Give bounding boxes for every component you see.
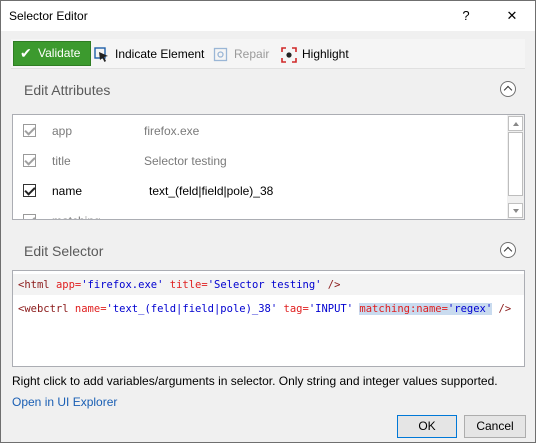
open-ui-explorer-link[interactable]: Open in UI Explorer [12, 395, 117, 409]
indicate-element-button[interactable]: Indicate Element [94, 45, 204, 63]
close-button[interactable]: ✕ [497, 1, 527, 31]
selector-line-1[interactable]: <html app='firefox.exe' title='Selector … [18, 279, 340, 291]
selector-attr-name-selected: matching:name= [359, 303, 448, 315]
scroll-up-icon[interactable] [508, 116, 523, 131]
attribute-value: Selector testing [144, 154, 227, 168]
selector-attr-name: title= [163, 279, 208, 291]
selector-editor[interactable]: <html app='firefox.exe' title='Selector … [12, 270, 525, 367]
indicate-element-label: Indicate Element [115, 47, 205, 61]
attribute-checkbox[interactable] [23, 124, 36, 137]
attribute-row-title: title Selector testing [13, 151, 508, 171]
attribute-row-app: app firefox.exe [13, 121, 508, 141]
selector-attr-name: tag= [277, 303, 309, 315]
attribute-name: title [52, 154, 71, 168]
attribute-name: matching [52, 214, 101, 219]
selector-note: Right click to add variables/arguments i… [12, 374, 498, 388]
cancel-button[interactable]: Cancel [464, 415, 526, 438]
selector-tag: <webctrl [18, 303, 75, 315]
help-button[interactable]: ? [451, 1, 481, 31]
attribute-checkbox[interactable] [23, 184, 36, 197]
attribute-name: app [52, 124, 73, 138]
title-bar: Selector Editor ? ✕ [1, 1, 535, 31]
selector-tag: <html [18, 279, 56, 291]
validate-label: Validate [38, 46, 81, 60]
repair-label: Repair [234, 47, 270, 61]
edit-selector-title: Edit Selector [24, 243, 104, 259]
scroll-thumb[interactable] [508, 132, 523, 196]
selector-attr-name: name= [74, 303, 107, 315]
attribute-row-name: name text_(feld|field|pole)_38 [13, 181, 508, 201]
attribute-value: firefox.exe [144, 124, 200, 138]
collapse-selector-icon[interactable] [500, 242, 516, 258]
repair-icon [213, 47, 228, 61]
validate-button[interactable]: ✔ Validate [13, 41, 91, 66]
selector-attr-value: 'INPUT' [308, 303, 354, 315]
checkmark-icon: ✔ [20, 45, 32, 61]
attributes-list: app firefox.exe title Selector testing n… [12, 114, 525, 220]
selector-line-2[interactable]: <webctrl name='text_(feld|field|pole)_38… [18, 303, 511, 315]
attribute-name: name [52, 184, 83, 198]
selector-attr-value: 'Selector testing' [207, 279, 322, 291]
selector-editor-window: Selector Editor ? ✕ ✔ Validate Indicate … [0, 0, 536, 443]
attributes-scrollbar[interactable] [507, 115, 524, 219]
selector-tag-close: /> [492, 303, 512, 315]
toolbar: ✔ Validate Indicate Element Repair Highl… [11, 39, 525, 69]
selector-tag-close: /> [321, 279, 341, 291]
window-title: Selector Editor [9, 9, 88, 23]
edit-attributes-title: Edit Attributes [24, 82, 111, 98]
attribute-checkbox[interactable] [23, 214, 36, 219]
scroll-down-icon[interactable] [508, 203, 523, 218]
selector-attr-value: 'firefox.exe' [81, 279, 164, 291]
attribute-value[interactable]: text_(feld|field|pole)_38 [149, 184, 273, 198]
highlight-label: Highlight [302, 47, 349, 61]
highlight-button[interactable]: Highlight [281, 45, 349, 63]
repair-button[interactable]: Repair [213, 45, 269, 63]
selector-attr-value-selected: 'regex' [447, 303, 493, 315]
indicate-element-icon [94, 47, 108, 62]
attribute-row-matching: matching [13, 211, 508, 219]
ok-button[interactable]: OK [397, 415, 457, 438]
selector-attr-value: 'text_(feld|field|pole)_38' [106, 303, 278, 315]
highlight-icon [281, 47, 297, 63]
selector-attr-name: app= [55, 279, 82, 291]
collapse-attributes-icon[interactable] [500, 81, 516, 97]
attribute-checkbox[interactable] [23, 154, 36, 167]
